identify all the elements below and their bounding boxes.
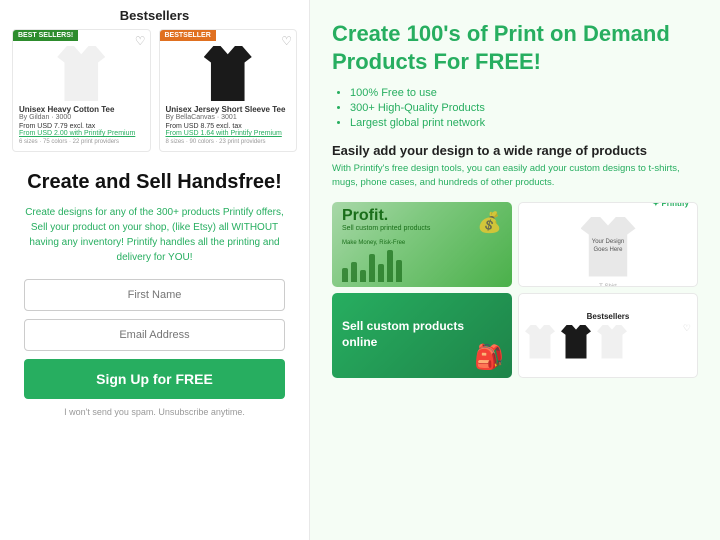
bs-shirt-black (561, 325, 591, 359)
product-price-link-1[interactable]: From USD 2.00 with Printify Premium (19, 130, 144, 137)
printify-card: ✦ Printify Your Design Goes Here T-Shirt (518, 202, 698, 287)
sell-card: Sell custom products online 🎒 (332, 293, 512, 378)
bar-1 (342, 268, 348, 282)
signup-button[interactable]: Sign Up for FREE (24, 359, 285, 399)
product-card-1[interactable]: BEST SELLERS! ♡ Unisex Heavy Cotton Tee … (12, 29, 151, 152)
tshirt-white (57, 46, 105, 101)
bestseller-badge-1: BEST SELLERS! (13, 30, 78, 41)
coins-icon: 💰 (477, 210, 502, 235)
make-money-label: Make Money, Risk-Free (342, 240, 502, 246)
product-price-link-2[interactable]: From USD 1.64 with Printify Premium (166, 130, 291, 137)
bs-shirt-white (525, 325, 555, 359)
bestsellers-small-card: Bestsellers ♡ (518, 293, 698, 378)
profit-title: Profit. Sell custom printed products (342, 207, 430, 238)
bar-4 (369, 254, 375, 282)
bs-shirts (525, 325, 627, 359)
tshirt-label: T-Shirt (599, 284, 617, 287)
profit-graph (342, 250, 502, 282)
first-name-input[interactable] (24, 279, 285, 311)
subheading: Easily add your design to a wide range o… (332, 143, 698, 158)
bar-3 (360, 270, 366, 282)
product-meta-2: 8 sizes · 90 colors · 23 print providers (166, 139, 291, 145)
bag-icon: 🎒 (474, 343, 504, 372)
right-panel: Create 100's of Print on Demand Products… (310, 0, 720, 540)
bar-7 (396, 260, 402, 282)
cta-heading: Create and Sell Handsfree! (27, 170, 282, 195)
subtext: With Printify's free design tools, you c… (332, 162, 698, 190)
tshirt-black (204, 46, 252, 101)
product-name-2: Unisex Jersey Short Sleeve Tee (166, 105, 291, 114)
product-card-2[interactable]: Bestseller ♡ Unisex Jersey Short Sleeve … (159, 29, 298, 152)
right-heading: Create 100's of Print on Demand Products… (332, 20, 698, 75)
bullet-2: 300+ High-Quality Products (350, 102, 698, 114)
bar-5 (378, 264, 384, 282)
product-price-2: From USD 8.75 excl. tax (166, 123, 291, 130)
feature-list: 100% Free to use 300+ High-Quality Produ… (332, 87, 698, 129)
product-image-1 (19, 36, 144, 101)
bs-shirt-white-2 (597, 325, 627, 359)
heart-icon-2[interactable]: ♡ (281, 34, 292, 48)
product-cards: BEST SELLERS! ♡ Unisex Heavy Cotton Tee … (12, 29, 297, 152)
product-name-1: Unisex Heavy Cotton Tee (19, 105, 144, 114)
bar-6 (387, 250, 393, 282)
cta-body: Create designs for any of the 300+ produ… (24, 205, 285, 265)
spam-note: I won't send you spam. Unsubscribe anyti… (64, 407, 245, 417)
tshirt-wrapper: Your Design Goes Here T-Shirt (573, 212, 643, 287)
heart-icon-1[interactable]: ♡ (135, 34, 146, 48)
your-design-text: Your Design Goes Here (587, 239, 629, 253)
bestsellers-heading: Bestsellers (12, 8, 297, 23)
bar-2 (351, 262, 357, 282)
email-input[interactable] (24, 319, 285, 351)
bullet-3: Largest global print network (350, 117, 698, 129)
product-meta-1: 6 sizes · 75 colors · 22 print providers (19, 139, 144, 145)
bestsellers-section: Bestsellers BEST SELLERS! ♡ Unisex Heavy… (0, 0, 309, 156)
product-by-2: By BellaCanvas · 3001 (166, 114, 291, 121)
bestseller-badge-2: Bestseller (160, 30, 216, 41)
product-by-1: By Gildan · 3000 (19, 114, 144, 121)
bullet-1: 100% Free to use (350, 87, 698, 99)
profit-card: Profit. Sell custom printed products 💰 M… (332, 202, 512, 287)
product-price-1: From USD 7.79 excl. tax (19, 123, 144, 130)
product-image-2 (166, 36, 291, 101)
printify-logo: ✦ Printify (653, 202, 689, 208)
bs-title: Bestsellers (587, 312, 630, 321)
bs-heart[interactable]: ♡ (683, 323, 691, 334)
image-grid: Profit. Sell custom printed products 💰 M… (332, 202, 698, 378)
left-panel: Bestsellers BEST SELLERS! ♡ Unisex Heavy… (0, 0, 310, 540)
cta-section: Create and Sell Handsfree! Create design… (0, 156, 309, 540)
